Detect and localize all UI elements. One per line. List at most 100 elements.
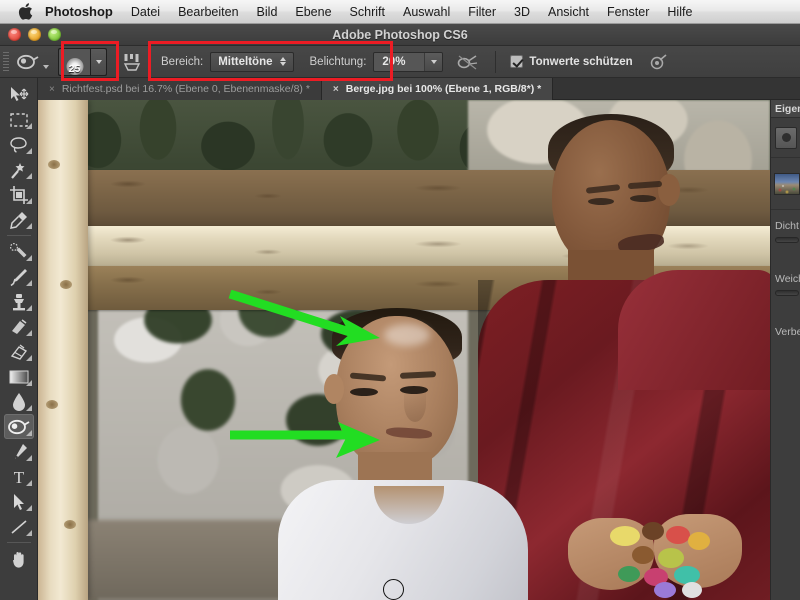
close-button[interactable] <box>8 28 21 41</box>
flyout-triangle-icon <box>25 480 32 486</box>
options-bar-grip[interactable] <box>0 46 12 78</box>
range-exposure-highlight <box>148 41 393 81</box>
properties-panel-title[interactable]: Eigens <box>771 100 800 118</box>
flyout-triangle-icon <box>25 405 32 411</box>
feather-slider[interactable] <box>775 290 799 296</box>
flyout-triangle-icon <box>25 530 32 536</box>
properties-panel: Eigens Dicht Weich Verbes <box>770 100 800 600</box>
airbrush-icon[interactable] <box>455 49 481 75</box>
menu-item-ansicht[interactable]: Ansicht <box>539 0 598 24</box>
apple-logo-icon[interactable] <box>14 0 36 24</box>
tool-blur[interactable] <box>4 389 34 414</box>
app-title-bar: Adobe Photoshop CS6 <box>0 24 800 46</box>
tab-label: Richtfest.psd bei 16.7% (Ebene 0, Ebenen… <box>61 83 310 95</box>
tool-options-bar: 25 Bereich: Mitteltöne Belichtung: 20% T… <box>0 46 800 78</box>
menu-item-ebene[interactable]: Ebene <box>286 0 340 24</box>
document-tab-richtfest[interactable]: × Richtfest.psd bei 16.7% (Ebene 0, Eben… <box>38 78 322 100</box>
feather-label: Weich <box>775 273 800 285</box>
brush-cursor-circle <box>383 579 404 600</box>
minimize-button[interactable] <box>28 28 41 41</box>
flyout-triangle-icon <box>25 305 32 311</box>
menu-item-schrift[interactable]: Schrift <box>341 0 394 24</box>
flyout-triangle-icon <box>25 455 32 461</box>
properties-mask-row <box>771 118 800 158</box>
flyout-triangle-icon <box>25 255 32 261</box>
flyout-triangle-icon <box>25 430 32 436</box>
tab-close-icon[interactable]: × <box>49 84 55 95</box>
layer-thumbnail[interactable] <box>774 172 800 195</box>
brush-size-highlight <box>61 41 119 81</box>
mac-menu-bar: Photoshop Datei Bearbeiten Bild Ebene Sc… <box>0 0 800 24</box>
photo-image <box>38 100 770 600</box>
flyout-triangle-icon <box>25 148 32 154</box>
tool-move[interactable] <box>4 82 34 107</box>
tools-divider-2 <box>6 542 31 543</box>
feather-group: Weich <box>771 263 800 300</box>
density-group: Dicht <box>771 210 800 247</box>
tab-label: Berge.jpg bei 100% (Ebene 1, RGB/8*) * <box>345 83 542 95</box>
zoom-button[interactable] <box>48 28 61 41</box>
density-label: Dicht <box>775 220 799 232</box>
flyout-triangle-icon <box>25 380 32 386</box>
tool-path-selection[interactable] <box>4 489 34 514</box>
tool-pen[interactable] <box>4 439 34 464</box>
protect-tones-checkbox-wrap[interactable]: Tonwerte schützen <box>510 55 633 68</box>
tablet-pressure-icon[interactable] <box>645 49 671 75</box>
layer-mask-icon[interactable] <box>775 126 797 149</box>
tool-hand[interactable] <box>4 546 34 571</box>
menu-item-hilfe[interactable]: Hilfe <box>658 0 701 24</box>
tool-line[interactable] <box>4 514 34 539</box>
image-canvas[interactable] <box>38 100 770 600</box>
tool-magic-wand[interactable] <box>4 157 34 182</box>
menu-item-bearbeiten[interactable]: Bearbeiten <box>169 0 247 24</box>
refine-label: Verbes <box>775 326 800 338</box>
menu-item-filter[interactable]: Filter <box>459 0 505 24</box>
photo-wood-post <box>38 100 88 600</box>
menu-item-bild[interactable]: Bild <box>248 0 287 24</box>
exposure-chevron-down-icon[interactable] <box>424 52 443 71</box>
menu-item-fenster[interactable]: Fenster <box>598 0 658 24</box>
photoshop-window: Photoshop Datei Bearbeiten Bild Ebene Sc… <box>0 0 800 600</box>
tab-close-icon[interactable]: × <box>333 84 339 95</box>
svg-text:T: T <box>13 468 24 486</box>
tool-eyedropper[interactable] <box>4 207 34 232</box>
document-tab-berge[interactable]: × Berge.jpg bei 100% (Ebene 1, RGB/8*) * <box>321 78 554 100</box>
brush-panel-icon[interactable] <box>119 49 145 75</box>
tool-crop[interactable] <box>4 182 34 207</box>
tool-clone-stamp[interactable] <box>4 289 34 314</box>
annotation-arrow-lower <box>228 420 388 466</box>
flyout-triangle-icon <box>25 280 32 286</box>
dodge-tool-icon[interactable] <box>15 49 41 75</box>
protect-tones-label: Tonwerte schützen <box>529 55 633 68</box>
tool-eraser[interactable] <box>4 339 34 364</box>
menu-item-3d[interactable]: 3D <box>505 0 539 24</box>
tool-gradient[interactable] <box>4 364 34 389</box>
flyout-triangle-icon <box>25 330 32 336</box>
tools-panel: T <box>0 78 38 600</box>
options-divider <box>495 50 497 73</box>
tools-divider <box>6 235 31 236</box>
properties-thumbnail-row <box>771 158 800 210</box>
tool-dodge[interactable] <box>3 414 34 439</box>
density-slider[interactable] <box>775 237 799 243</box>
document-tabs: × Richtfest.psd bei 16.7% (Ebene 0, Eben… <box>38 78 800 100</box>
photo-hands-with-sweets <box>568 500 768 600</box>
menu-item-datei[interactable]: Datei <box>122 0 169 24</box>
tool-brush[interactable] <box>4 264 34 289</box>
tool-spot-healing-brush[interactable] <box>4 239 34 264</box>
flyout-triangle-icon <box>25 223 32 229</box>
flyout-triangle-icon <box>25 123 32 129</box>
tool-preset-chevron-down-icon[interactable] <box>41 46 51 78</box>
flyout-triangle-icon <box>25 355 32 361</box>
menu-app-name[interactable]: Photoshop <box>36 0 122 24</box>
refine-group: Verbes <box>771 316 800 347</box>
window-controls <box>8 28 61 41</box>
flyout-triangle-icon <box>25 198 32 204</box>
tool-type[interactable]: T <box>4 464 34 489</box>
tool-rectangular-marquee[interactable] <box>4 107 34 132</box>
menu-item-auswahl[interactable]: Auswahl <box>394 0 459 24</box>
protect-tones-checkbox[interactable] <box>510 55 524 68</box>
tool-lasso[interactable] <box>4 132 34 157</box>
app-title: Adobe Photoshop CS6 <box>332 28 468 42</box>
tool-history-brush[interactable] <box>4 314 34 339</box>
